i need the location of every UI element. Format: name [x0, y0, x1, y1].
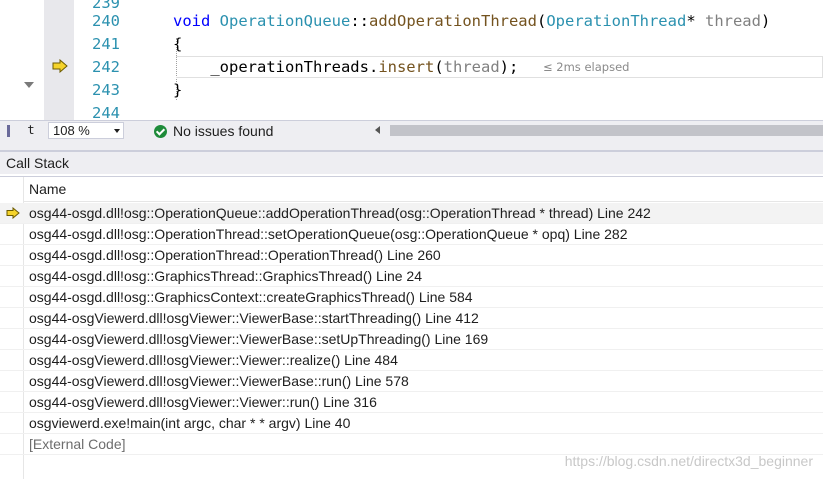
check-circle-icon [154, 125, 167, 138]
frame-name: osg44-osgViewerd.dll!osgViewer::ViewerBa… [29, 310, 479, 326]
horizontal-scrollbar-thumb[interactable] [390, 125, 823, 136]
code-line[interactable]: 240 void OperationQueue::addOperationThre… [76, 10, 823, 33]
code-text: } [173, 79, 182, 102]
call-stack-frame[interactable]: osg44-osgd.dll!osg::OperationThread::set… [0, 224, 823, 245]
code-token: } [173, 81, 183, 99]
line-number: 241 [92, 35, 120, 53]
code-token: void [173, 12, 211, 30]
current-frame-arrow-icon [6, 207, 20, 219]
zoom-dropdown[interactable]: 108 % [48, 122, 124, 139]
call-stack-frame[interactable]: osg44-osgViewerd.dll!osgViewer::ViewerBa… [0, 371, 823, 392]
call-stack-frame[interactable]: osg44-osgViewerd.dll!osgViewer::Viewer::… [0, 350, 823, 371]
frame-name: osg44-osgViewerd.dll!osgViewer::ViewerBa… [29, 373, 409, 389]
code-line[interactable]: 244 [76, 102, 823, 120]
code-line[interactable]: 241 { [76, 33, 823, 56]
call-stack-frame[interactable]: osg44-osgd.dll!osg::GraphicsContext::cre… [0, 287, 823, 308]
line-number: 243 [92, 81, 120, 99]
code-editor[interactable]: 239 240 void OperationQueue::addOperationT… [0, 0, 823, 120]
frame-name: osg44-osgd.dll!osg::OperationThread::set… [29, 226, 628, 242]
call-stack-frame[interactable]: osg44-osgd.dll!osg::OperationQueue::addO… [0, 203, 823, 224]
zoom-value: 108 % [53, 123, 90, 138]
code-token: { [173, 35, 183, 53]
issues-indicator[interactable]: No issues found [154, 122, 273, 140]
code-token: * [686, 12, 705, 30]
watermark: https://blog.csdn.net/directx3d_beginner [564, 453, 813, 469]
current-line-highlight [176, 56, 823, 78]
call-stack-title: Call Stack [0, 152, 823, 174]
issues-label: No issues found [173, 123, 274, 139]
frame-name: osg44-osgViewerd.dll!osgViewer::Viewer::… [29, 394, 377, 410]
call-stack-frame[interactable]: osg44-osgViewerd.dll!osgViewer::ViewerBa… [0, 308, 823, 329]
collapse-chevron-icon[interactable] [24, 82, 34, 88]
code-token: OperationThread [546, 12, 687, 30]
call-stack-frame[interactable]: osg44-osgd.dll!osg::GraphicsThread::Grap… [0, 266, 823, 287]
scroll-left-icon[interactable] [375, 126, 380, 134]
call-stack-grid[interactable]: Name osg44-osgd.dll!osg::OperationQueue:… [0, 176, 823, 479]
frame-name: osg44-osgd.dll!osg::OperationQueue::addO… [29, 205, 651, 221]
outline-margin [0, 0, 15, 120]
call-stack-frame[interactable]: osg44-osgViewerd.dll!osgViewer::Viewer::… [0, 392, 823, 413]
code-text: void OperationQueue::addOperationThread(… [173, 10, 770, 33]
code-token: ) [760, 12, 771, 30]
frame-name: osg44-osgd.dll!osg::GraphicsContext::cre… [29, 289, 473, 305]
frame-name: osg44-osgViewerd.dll!osgViewer::Viewer::… [29, 352, 398, 368]
editor-status-bar: t 108 % No issues found [0, 120, 823, 140]
code-token: :: [350, 12, 369, 30]
column-header-name[interactable]: Name [24, 177, 823, 202]
chevron-down-icon [114, 129, 120, 133]
frame-name: osg44-osgd.dll!osg::GraphicsThread::Grap… [29, 268, 422, 284]
execution-pointer-icon [52, 59, 68, 73]
frame-name: osg44-osgViewerd.dll!osgViewer::ViewerBa… [29, 331, 489, 347]
call-stack-frame[interactable]: osgviewerd.exe!main(int argc, char * * a… [0, 413, 823, 434]
line-number: 242 [92, 58, 120, 76]
perf-tip-elapsed[interactable]: ≤ 2ms elapsed [543, 60, 629, 74]
code-token: ( [536, 12, 547, 30]
line-number: 240 [92, 12, 120, 30]
code-text: { [173, 33, 182, 56]
panel-splitter[interactable] [0, 140, 823, 152]
call-stack-frame[interactable]: [External Code] [0, 434, 823, 455]
frame-name: [External Code] [29, 436, 126, 452]
code-line[interactable]: 243} [76, 79, 823, 102]
frame-name: osgviewerd.exe!main(int argc, char * * a… [29, 415, 351, 431]
line-number: 244 [92, 104, 120, 120]
call-stack-frame[interactable]: osg44-osgd.dll!osg::OperationThread::Ope… [0, 245, 823, 266]
code-token: thread [704, 12, 761, 30]
collapse-margin [15, 0, 44, 120]
code-token: addOperationThread [369, 12, 537, 30]
frame-name: osg44-osgd.dll!osg::OperationThread::Ope… [29, 247, 441, 263]
split-view-icon[interactable] [2, 121, 16, 140]
navigation-tool-icon[interactable]: t [22, 121, 40, 140]
code-token: OperationQueue [219, 12, 351, 30]
call-stack-frame[interactable]: osg44-osgViewerd.dll!osgViewer::ViewerBa… [0, 329, 823, 350]
